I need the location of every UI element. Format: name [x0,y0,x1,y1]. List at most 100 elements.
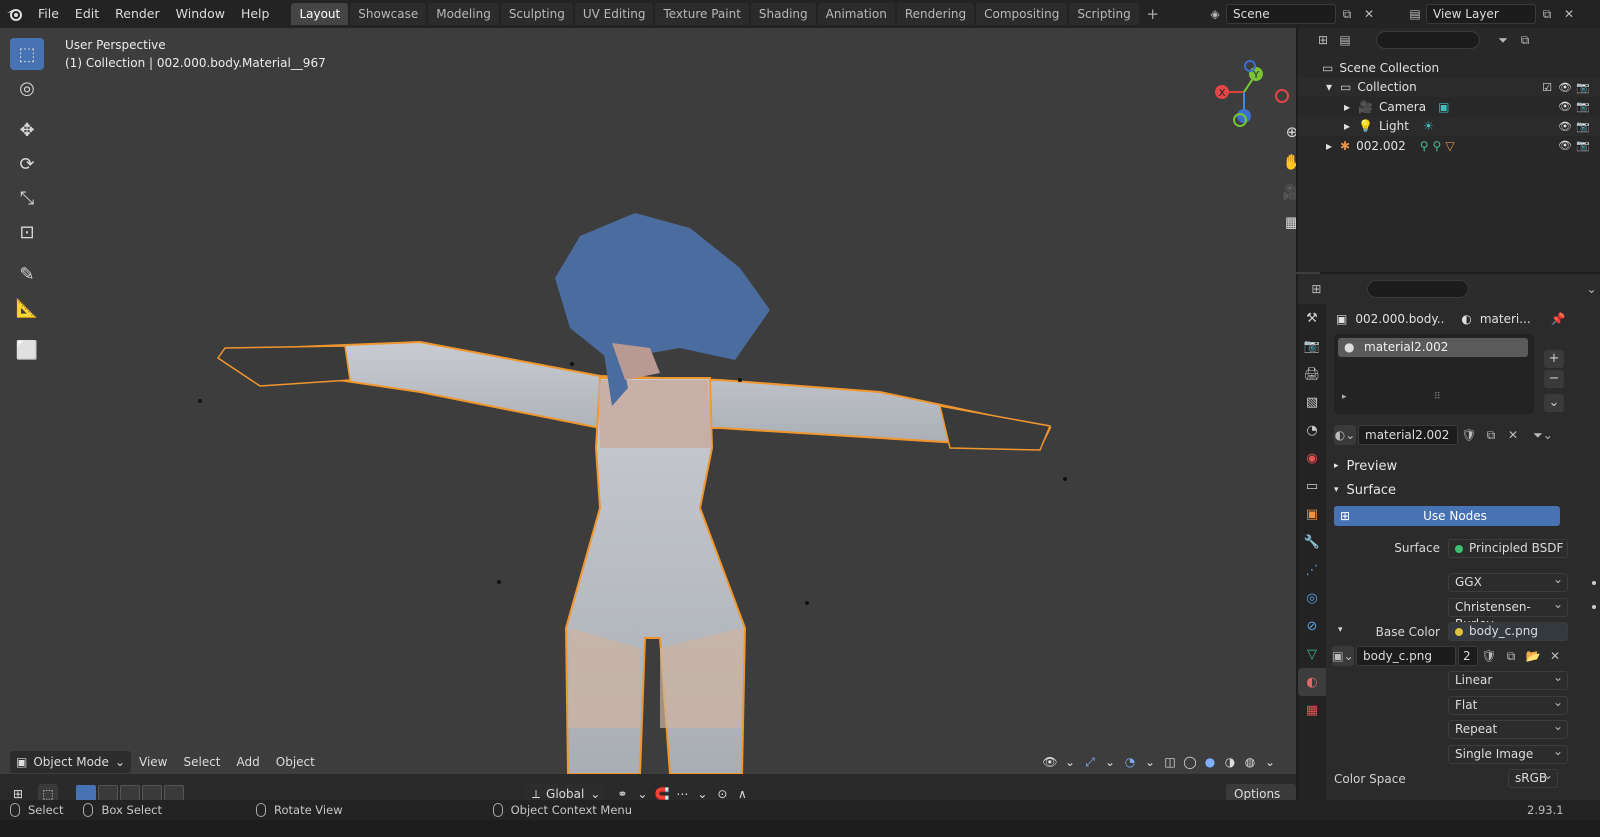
world-tab-icon[interactable]: ◉ [1298,444,1326,472]
view-layer-icon[interactable]: ▤ [1404,4,1426,24]
view-layer-tab-icon[interactable]: ▧ [1298,388,1326,416]
scene-tab-icon[interactable]: ◔ [1298,416,1326,444]
tab-uv-editing[interactable]: UV Editing [574,3,654,25]
menu-file[interactable]: File [30,0,67,28]
editor-type-icon[interactable]: ⊞ [1312,30,1334,50]
fake-user-icon[interactable]: 🛡 [1458,425,1480,445]
move-tool-icon[interactable]: ✥ [10,114,44,146]
duplicate-image-icon[interactable]: ⧉ [1500,646,1522,666]
pose-icon[interactable]: ⚲ [1420,139,1429,153]
browse-material-icon[interactable]: ◐⌄ [1334,425,1356,445]
expand-arrow-icon[interactable]: ▾ [1326,80,1332,94]
camera-render-icon[interactable]: 📷 [1574,81,1592,94]
particles-tab-icon[interactable]: ⋰ [1298,556,1326,584]
armature-data-icon[interactable]: ⚲ [1433,139,1442,153]
delete-scene-icon[interactable]: ✕ [1358,4,1380,24]
texture-tab-icon[interactable]: ▦ [1298,696,1326,724]
wireframe-shading-icon[interactable]: ◯ [1180,752,1200,772]
eye-icon[interactable]: 👁 [1556,139,1574,152]
data-tab-icon[interactable]: ▽ [1298,640,1326,668]
view-layer-name-field[interactable]: View Layer [1426,4,1536,24]
material-slot-list[interactable]: ● material2.002 ▸ ⠿ [1334,334,1534,414]
menu-window[interactable]: Window [168,0,233,28]
socket-dot-icon[interactable] [1592,605,1596,610]
link-type-icon[interactable]: ⏷⌄ [1532,425,1554,445]
constraints-tab-icon[interactable]: ⊘ [1298,612,1326,640]
expand-arrow-icon[interactable]: ▸ [1344,100,1350,114]
chevron-down-icon[interactable]: ⌄ [1060,752,1080,772]
use-nodes-button[interactable]: ⊞ Use Nodes [1334,506,1560,526]
unlink-material-icon[interactable]: ✕ [1502,425,1524,445]
material-slot[interactable]: ● material2.002 [1338,338,1528,357]
tab-sculpting[interactable]: Sculpting [500,3,573,25]
render-tab-icon[interactable]: 📷 [1298,332,1326,360]
viewport-menu-select[interactable]: Select [175,751,228,773]
select-box-tool-icon[interactable]: ⬚ [10,38,44,70]
new-collection-icon[interactable]: ⧉ [1514,30,1536,50]
pin-icon[interactable]: 📌 [1551,312,1566,326]
tree-row-armature[interactable]: ▸ ✱ 002.002 ⚲ ⚲ ▽ 👁 📷 [1298,136,1600,156]
tab-compositing[interactable]: Compositing [976,3,1068,25]
rotate-tool-icon[interactable]: ⟳ [10,148,44,180]
chevron-down-icon[interactable]: ⌄ [1260,752,1280,772]
image-users-count[interactable]: 2 [1458,646,1478,667]
physics-tab-icon[interactable]: ◎ [1298,584,1326,612]
camera-render-icon[interactable]: 📷 [1574,120,1592,133]
viewport-menu-view[interactable]: View [131,751,175,773]
source-dropdown[interactable]: Single Image [1448,743,1568,764]
open-image-icon[interactable]: 📂 [1522,646,1544,666]
expand-arrow-icon[interactable]: ▸ [1342,392,1347,402]
blender-logo-icon[interactable] [0,0,30,28]
projection-dropdown[interactable]: Flat [1448,694,1568,715]
subsurface-method-dropdown[interactable]: Christensen-Burley [1448,596,1568,631]
camera-data-icon[interactable]: ▣ [1438,100,1449,114]
base-color-link-field[interactable]: body_c.png [1448,622,1568,642]
eye-icon[interactable]: 👁 [1556,120,1574,133]
resize-handle-icon[interactable]: ⠿ [1434,392,1441,402]
gizmo-neg-x[interactable] [1275,89,1289,103]
unlink-image-icon[interactable]: ✕ [1544,646,1566,666]
material-name-field[interactable]: material2.002 [1358,425,1458,445]
viewport-menu-add[interactable]: Add [229,751,268,773]
expand-arrow-icon[interactable]: ▾ [1338,625,1343,635]
checkbox-icon[interactable]: ☑ [1538,81,1556,94]
color-space-dropdown[interactable]: sRGB [1508,767,1558,789]
chevron-down-icon[interactable]: ⌄ [1581,279,1600,299]
rendered-shading-icon[interactable]: ◍ [1240,752,1260,772]
remove-slot-button[interactable]: − [1544,370,1564,388]
add-cube-tool-icon[interactable]: ⬜ [10,334,44,366]
xray-toggle-icon[interactable]: ◫ [1160,752,1180,772]
tab-texture-paint[interactable]: Texture Paint [655,3,749,25]
add-workspace-icon[interactable]: + [1143,4,1163,24]
add-slot-button[interactable]: + [1544,350,1564,368]
visibility-icon[interactable]: 👁 [1040,752,1060,772]
image-name-field[interactable]: body_c.png [1356,646,1456,667]
new-view-layer-icon[interactable]: ⧉ [1536,4,1558,24]
filter-icon[interactable]: ⏷ [1492,30,1514,50]
output-tab-icon[interactable]: 🖨 [1298,360,1326,388]
tab-showcase[interactable]: Showcase [350,3,427,25]
preview-section[interactable]: ▸ Preview [1328,454,1600,478]
mesh-children-icon[interactable]: ▽ [1445,139,1454,153]
material-shading-icon[interactable]: ◑ [1220,752,1240,772]
browse-image-icon[interactable]: ▣⌄ [1332,646,1354,667]
light-data-icon[interactable]: ☀ [1423,119,1434,133]
cursor-tool-icon[interactable]: ◎ [10,72,44,104]
tree-row-light[interactable]: ▸ 💡 Light ☀ 👁 📷 [1298,116,1600,136]
tree-row-collection[interactable]: ▾ ▭ Collection ☑ 👁 📷 [1298,77,1600,97]
tool-tab-icon[interactable]: ⚒ [1298,304,1326,332]
character-model[interactable] [0,28,1320,774]
menu-edit[interactable]: Edit [67,0,107,28]
chevron-down-icon[interactable]: ⌄ [1140,752,1160,772]
fake-user-icon[interactable]: 🛡 [1478,646,1500,666]
tree-row-camera[interactable]: ▸ 🎥 Camera ▣ 👁 📷 [1298,97,1600,117]
transform-tool-icon[interactable]: ⊡ [10,216,44,248]
editor-type-icon[interactable]: ⊞ [1306,279,1327,299]
collection-tab-icon[interactable]: ▭ [1298,472,1326,500]
scale-tool-icon[interactable]: ⤡ [10,182,44,214]
annotate-tool-icon[interactable]: ✎ [10,258,44,290]
tab-layout[interactable]: Layout [291,3,349,25]
surface-shader-field[interactable]: Principled BSDF [1448,538,1568,558]
camera-render-icon[interactable]: 📷 [1574,100,1592,113]
duplicate-material-icon[interactable]: ⧉ [1480,425,1502,445]
